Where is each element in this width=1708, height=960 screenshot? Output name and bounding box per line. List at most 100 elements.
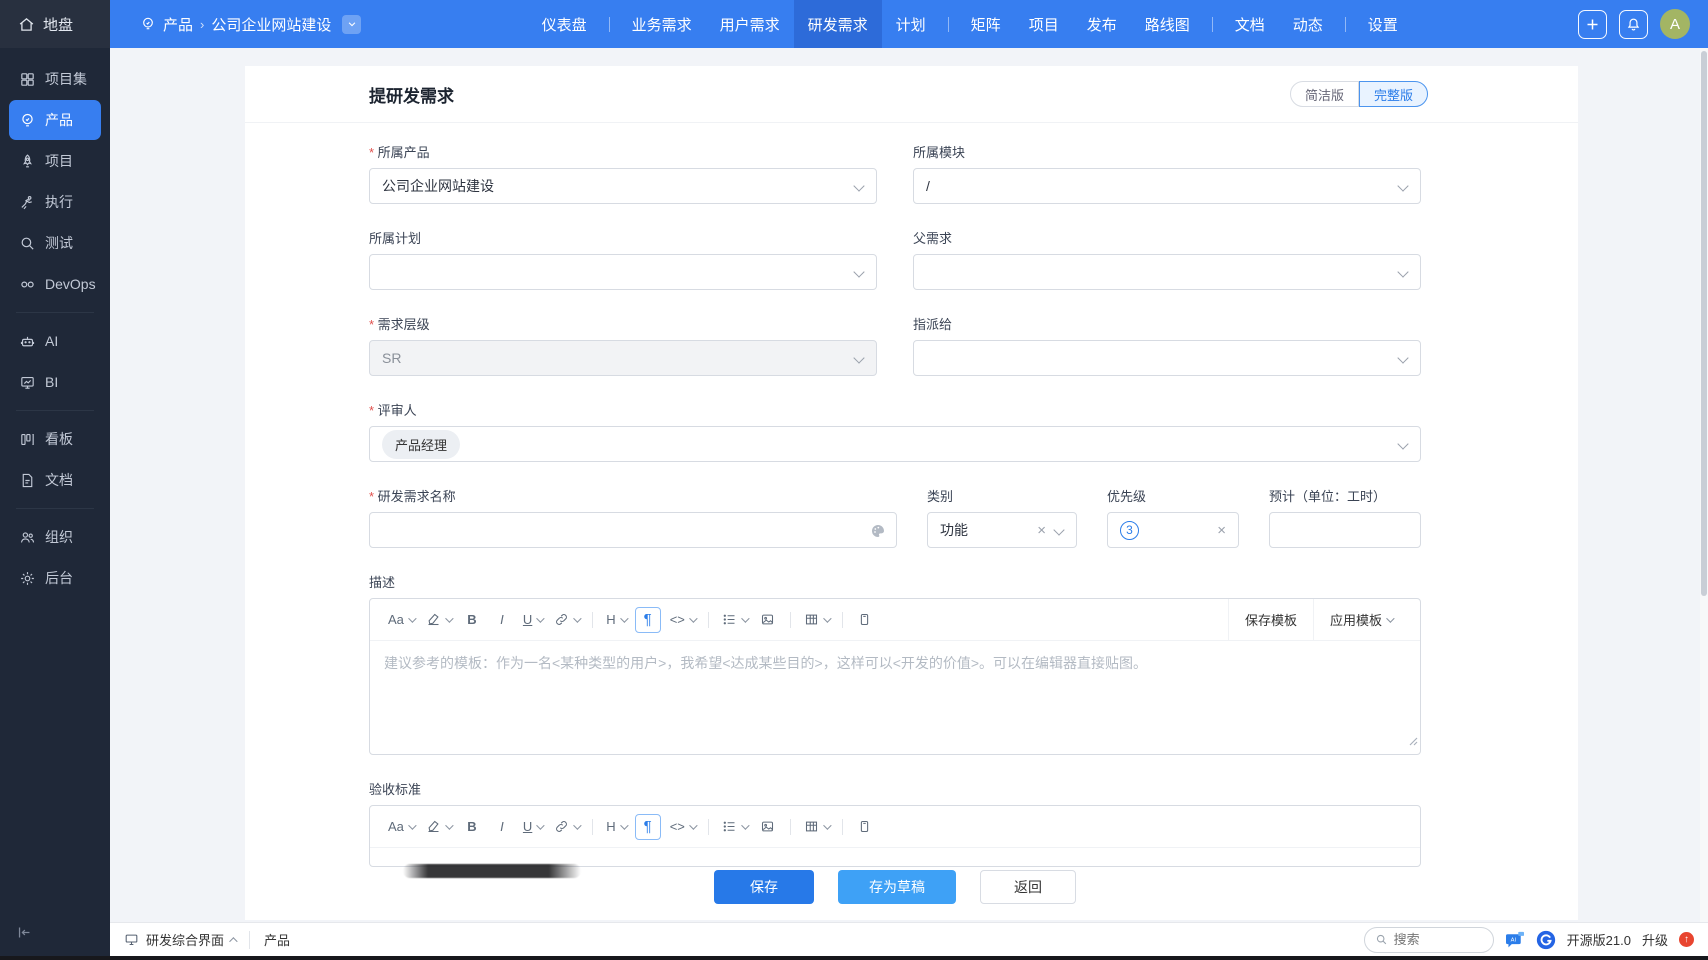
color-palette-icon[interactable] [870,523,886,539]
list-button[interactable] [719,607,750,633]
fullscreen-button[interactable] [853,607,877,633]
zentao-logo-icon[interactable] [1536,930,1556,950]
nav-activity[interactable]: 动态 [1279,0,1337,48]
code-button[interactable]: <> [667,814,698,840]
nav-doc[interactable]: 文档 [1221,0,1279,48]
sidebar-item-execution[interactable]: 执行 [9,182,101,222]
sidebar-item-doc[interactable]: 文档 [9,460,101,500]
search-input[interactable] [1393,932,1474,947]
save-draft-button[interactable]: 存为草稿 [838,870,956,904]
chevron-down-icon [1397,180,1409,192]
italic-button[interactable]: I [490,814,514,840]
nav-settings[interactable]: 设置 [1354,0,1412,48]
nav-matrix[interactable]: 矩阵 [957,0,1015,48]
bold-button[interactable]: B [460,814,484,840]
reviewer-tag[interactable]: 产品经理 [382,429,461,459]
infinity-icon [19,276,36,293]
category-select[interactable]: 功能 × [927,512,1077,548]
sidebar-item-kanban[interactable]: 看板 [9,419,101,459]
upgrade-badge-icon[interactable]: ↑ [1679,932,1694,947]
underline-button[interactable]: U [520,814,545,840]
breadcrumb-dropdown[interactable] [342,14,362,34]
sidebar-item-ai[interactable]: AI [9,321,101,361]
toggle-simple-version[interactable]: 简洁版 [1289,81,1359,107]
nav-project[interactable]: 项目 [1015,0,1073,48]
upgrade-link[interactable]: 升级 [1642,930,1668,949]
search-box[interactable] [1363,926,1494,953]
story-name-input[interactable] [369,512,897,548]
sidebar-item-label: AI [45,333,59,349]
workspace-switcher[interactable]: 研发综合界面 [146,930,224,949]
plan-select[interactable] [369,254,877,290]
page-scrollbar[interactable] [1700,48,1708,956]
home-nav[interactable]: 地盘 [0,0,110,48]
rocket-icon [19,153,36,170]
field-parent-story: 父需求 [913,230,1421,290]
highlight-color-button[interactable] [423,607,454,633]
reviewer-select[interactable]: 产品经理 [369,426,1421,462]
underline-button[interactable]: U [520,607,545,633]
toggle-full-version[interactable]: 完整版 [1358,81,1428,107]
image-button[interactable] [756,814,780,840]
resize-handle[interactable] [1408,730,1418,752]
table-button[interactable] [801,814,832,840]
description-textarea[interactable]: 建议参考的模板：作为一名<某种类型的用户>，我希望<达成某些目的>，这样可以<开… [370,641,1420,754]
sidebar-item-org[interactable]: 组织 [9,517,101,557]
apply-template-button[interactable]: 应用模板 [1314,599,1408,641]
sidebar-item-bi[interactable]: BI [9,362,101,402]
parent-story-select[interactable] [913,254,1421,290]
italic-button[interactable]: I [490,607,514,633]
ai-chat-icon[interactable]: AI [1505,931,1525,949]
notifications-button[interactable] [1619,9,1648,39]
nav-release[interactable]: 发布 [1073,0,1131,48]
sidebar-item-project[interactable]: 项目 [9,141,101,181]
link-button[interactable] [551,814,582,840]
highlight-color-button[interactable] [423,814,454,840]
toolbar-separator [707,818,709,835]
fullscreen-button[interactable] [853,814,877,840]
sidebar-item-product[interactable]: 产品 [9,100,101,140]
assignee-select[interactable] [913,340,1421,376]
nav-dev-req[interactable]: 研发需求 [793,0,882,48]
nav-user-req[interactable]: 用户需求 [706,0,794,48]
nav-business-req[interactable]: 业务需求 [618,0,706,48]
open-tab-product[interactable]: 产品 [264,930,290,949]
paragraph-button[interactable]: ¶ [634,813,661,840]
clear-icon[interactable]: × [1037,522,1046,539]
nav-dashboard[interactable]: 仪表盘 [528,0,601,48]
sidebar-item-devops[interactable]: DevOps [9,264,101,304]
list-button[interactable] [719,814,750,840]
create-button[interactable] [1578,9,1607,39]
table-button[interactable] [801,607,832,633]
sidebar-item-testing[interactable]: 测试 [9,223,101,263]
priority-select[interactable]: 3 × [1107,512,1239,548]
nav-plan[interactable]: 计划 [882,0,940,48]
chevron-down-icon [619,820,629,830]
bold-button[interactable]: B [460,607,484,633]
product-select[interactable]: 公司企业网站建设 [369,168,877,204]
sidebar-item-admin[interactable]: 后台 [9,558,101,598]
save-button[interactable]: 保存 [714,870,814,904]
code-button[interactable]: <> [667,607,698,633]
paragraph-button[interactable]: ¶ [634,606,661,633]
sidebar-collapse-button[interactable] [16,924,33,946]
breadcrumb-section[interactable]: 产品 [163,14,193,35]
back-button[interactable]: 返回 [980,870,1076,904]
sidebar-item-program[interactable]: 项目集 [9,59,101,99]
heading-button[interactable]: H [603,607,629,633]
module-select[interactable]: / [913,168,1421,204]
font-family-button[interactable]: Aa [385,814,417,840]
product-icon [140,16,156,32]
font-family-button[interactable]: Aa [385,607,417,633]
heading-button[interactable]: H [603,814,629,840]
scrollbar-thumb[interactable] [1701,51,1707,596]
users-icon [19,529,36,546]
save-template-button[interactable]: 保存模板 [1229,599,1313,641]
estimate-input[interactable] [1269,512,1421,548]
user-avatar[interactable]: A [1660,9,1690,39]
link-button[interactable] [551,607,582,633]
breadcrumb-current[interactable]: 公司企业网站建设 [211,14,331,35]
clear-icon[interactable]: × [1217,522,1226,539]
image-button[interactable] [756,607,780,633]
nav-roadmap[interactable]: 路线图 [1131,0,1204,48]
